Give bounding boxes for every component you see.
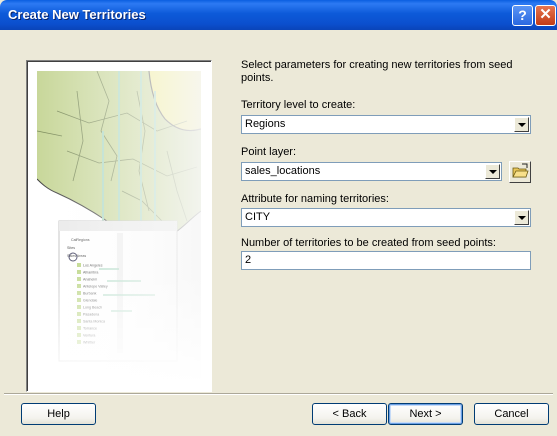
- back-button-label: < Back: [332, 408, 367, 420]
- window-title: Create New Territories: [8, 7, 146, 22]
- naming-attribute-value: CITY: [245, 211, 271, 223]
- back-button[interactable]: < Back: [312, 403, 387, 425]
- territory-level-label: Territory level to create:: [241, 99, 356, 111]
- help-title-button[interactable]: ?: [512, 5, 533, 26]
- map-image: CalRegions Sites Sales Areas Los Angeles…: [37, 71, 201, 379]
- cancel-button-label: Cancel: [494, 408, 529, 420]
- next-button[interactable]: Next >: [388, 403, 463, 425]
- footer-divider: [4, 393, 553, 395]
- territory-level-value: Regions: [245, 118, 286, 130]
- chevron-down-icon[interactable]: [514, 210, 529, 225]
- create-territories-dialog: Create New Territories ? ✕ Select parame…: [0, 0, 557, 436]
- intro-text: Select parameters for creating new terri…: [241, 59, 513, 84]
- open-folder-icon: [512, 163, 529, 178]
- cancel-button[interactable]: Cancel: [474, 403, 549, 425]
- title-bar: Create New Territories ? ✕: [0, 0, 557, 30]
- point-layer-dropdown[interactable]: sales_locations: [241, 162, 502, 181]
- point-layer-value: sales_locations: [245, 165, 321, 177]
- help-button-label: Help: [47, 408, 70, 420]
- chevron-down-icon[interactable]: [485, 164, 500, 179]
- question-mark-icon: ?: [518, 7, 527, 23]
- browse-layer-button[interactable]: [509, 161, 531, 183]
- naming-attribute-label: Attribute for naming territories:: [241, 193, 389, 205]
- close-button[interactable]: ✕: [535, 5, 556, 26]
- territory-count-label: Number of territories to be created from…: [241, 237, 496, 249]
- dialog-body: CalRegions Sites Sales Areas Los Angeles…: [4, 30, 553, 432]
- territory-level-dropdown[interactable]: Regions: [241, 115, 531, 134]
- point-layer-label: Point layer:: [241, 146, 297, 158]
- territory-count-input[interactable]: 2: [241, 251, 531, 270]
- map-illustration: CalRegions Sites Sales Areas Los Angeles…: [37, 71, 201, 379]
- next-button-label: Next >: [409, 408, 442, 420]
- help-button[interactable]: Help: [21, 403, 96, 425]
- close-icon: ✕: [539, 6, 552, 23]
- illustration-panel: CalRegions Sites Sales Areas Los Angeles…: [26, 60, 212, 392]
- chevron-down-icon[interactable]: [514, 117, 529, 132]
- territory-count-value: 2: [245, 254, 252, 266]
- naming-attribute-dropdown[interactable]: CITY: [241, 208, 531, 227]
